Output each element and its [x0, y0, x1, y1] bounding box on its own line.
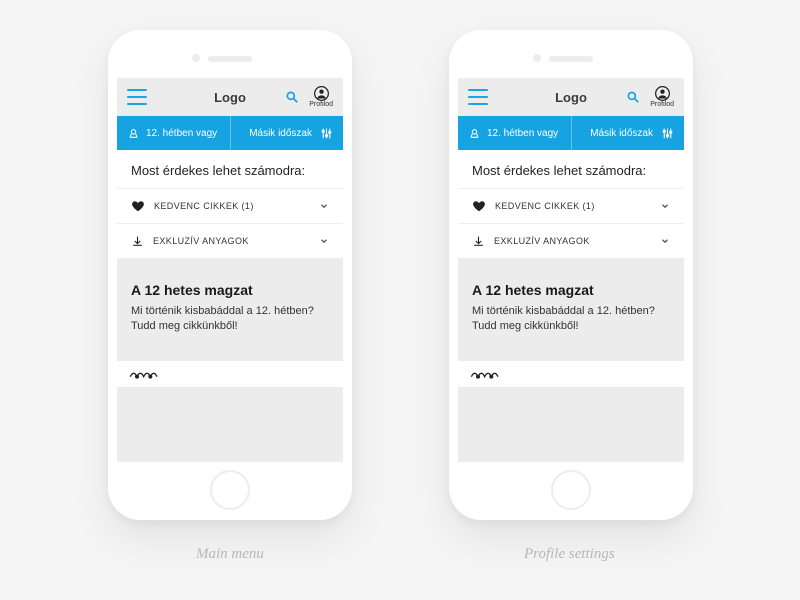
accordion-favorites[interactable]: KEDVENC CIKKEK (1)	[117, 188, 343, 223]
current-week-text: 12. hétben vagy	[146, 128, 217, 139]
other-period-button[interactable]: Másik időszak	[231, 127, 344, 140]
profile-label: Profilod	[650, 101, 674, 108]
logo[interactable]: Logo	[214, 90, 246, 105]
baby-icon	[127, 127, 140, 140]
wave-icon	[470, 368, 510, 380]
spacer	[117, 258, 343, 268]
week-bar: 12. hétben vagy Másik időszak	[117, 116, 343, 150]
other-period-label: Másik időszak	[590, 128, 653, 139]
accordion-label: KEDVENC CIKKEK (1)	[154, 201, 319, 211]
top-bar: Logo Profilod	[117, 78, 343, 116]
accordion-exclusive[interactable]: EXKLUZÍV ANYAGOK	[117, 223, 343, 258]
sliders-icon	[661, 127, 674, 140]
current-week[interactable]: 12. hétben vagy	[458, 127, 571, 140]
heart-icon	[472, 199, 486, 213]
hamburger-menu-icon[interactable]	[468, 89, 488, 105]
download-icon	[472, 235, 485, 248]
phone-camera	[192, 54, 200, 62]
accordion-label: EXKLUZÍV ANYAGOK	[494, 236, 660, 246]
wave-icon	[129, 368, 169, 380]
heart-icon	[131, 199, 145, 213]
phone-camera	[533, 54, 541, 62]
chevron-down-icon	[660, 201, 670, 211]
profile-icon	[655, 86, 670, 101]
current-week[interactable]: 12. hétben vagy	[117, 127, 230, 140]
article-excerpt: Mi történik kisbabáddal a 12. hétben? Tu…	[472, 304, 670, 335]
article-title: A 12 hetes magzat	[131, 282, 329, 298]
screen: Logo Profilod 12. hétben vagy Másik idős…	[458, 78, 684, 462]
download-icon	[131, 235, 144, 248]
top-bar: Logo Profilod	[458, 78, 684, 116]
accordion-label: KEDVENC CIKKEK (1)	[495, 201, 660, 211]
phone-speaker	[549, 56, 593, 62]
phone-speaker	[208, 56, 252, 62]
other-period-button[interactable]: Másik időszak	[572, 127, 685, 140]
sliders-icon	[320, 127, 333, 140]
search-icon[interactable]	[626, 90, 640, 104]
article-card[interactable]: A 12 hetes magzat Mi történik kisbabádda…	[117, 268, 343, 351]
accordion-exclusive[interactable]: EXKLUZÍV ANYAGOK	[458, 223, 684, 258]
hamburger-menu-icon[interactable]	[127, 89, 147, 105]
logo[interactable]: Logo	[555, 90, 587, 105]
spacer	[458, 351, 684, 361]
other-period-label: Másik időszak	[249, 128, 312, 139]
chevron-down-icon	[660, 236, 670, 246]
chevron-down-icon	[319, 236, 329, 246]
week-bar: 12. hétben vagy Másik időszak	[458, 116, 684, 150]
accordion-label: EXKLUZÍV ANYAGOK	[153, 236, 319, 246]
phone-right: Logo Profilod 12. hétben vagy Másik idős…	[449, 30, 693, 520]
article-title: A 12 hetes magzat	[472, 282, 670, 298]
accordion-favorites[interactable]: KEDVENC CIKKEK (1)	[458, 188, 684, 223]
phone-left: Logo Profilod 12. hétben vagy Másik idős…	[108, 30, 352, 520]
bottom-strip	[458, 361, 684, 387]
home-button[interactable]	[551, 470, 591, 510]
screen: Logo Profilod 12. hétben vagy Másik idős…	[117, 78, 343, 462]
profile-button[interactable]: Profilod	[650, 86, 674, 108]
section-heading: Most érdekes lehet számodra:	[117, 150, 343, 188]
article-card[interactable]: A 12 hetes magzat Mi történik kisbabádda…	[458, 268, 684, 351]
section-heading: Most érdekes lehet számodra:	[458, 150, 684, 188]
baby-icon	[468, 127, 481, 140]
profile-button[interactable]: Profilod	[309, 86, 333, 108]
current-week-text: 12. hétben vagy	[487, 128, 558, 139]
caption-main-menu: Main menu	[196, 546, 264, 563]
bottom-strip	[117, 361, 343, 387]
spacer	[458, 258, 684, 268]
search-icon[interactable]	[285, 90, 299, 104]
caption-profile-settings: Profile settings	[524, 546, 615, 563]
home-button[interactable]	[210, 470, 250, 510]
profile-icon	[314, 86, 329, 101]
profile-label: Profilod	[309, 101, 333, 108]
spacer	[117, 351, 343, 361]
article-excerpt: Mi történik kisbabáddal a 12. hétben? Tu…	[131, 304, 329, 335]
chevron-down-icon	[319, 201, 329, 211]
